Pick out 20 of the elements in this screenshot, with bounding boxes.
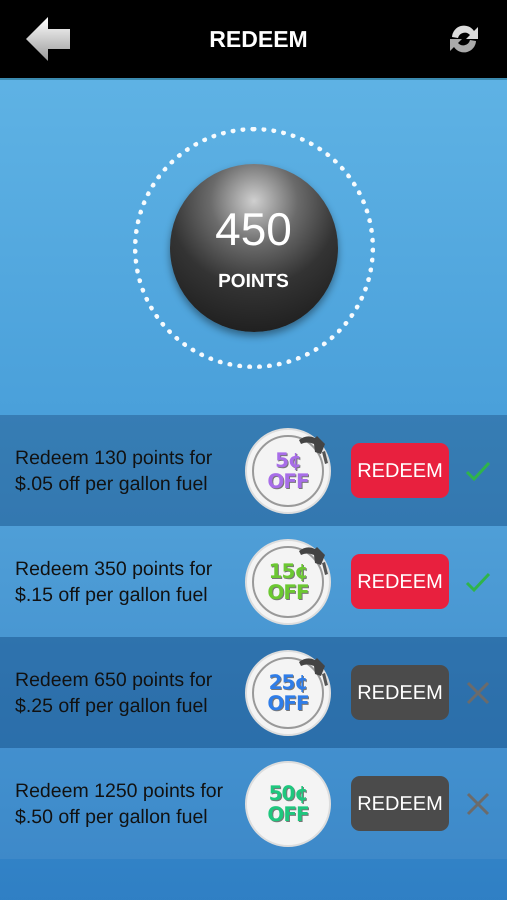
- points-value: 450: [215, 206, 292, 252]
- back-icon[interactable]: [24, 15, 72, 63]
- points-label: POINTS: [218, 270, 289, 294]
- offer-text: Redeem 130 points for $.05 off per gallon fuel: [15, 446, 214, 496]
- redeem-button[interactable]: REDEEM: [351, 554, 449, 609]
- redeem-button[interactable]: REDEEM: [351, 665, 449, 720]
- offer-text: Redeem 350 points for $.15 off per gallon fuel: [15, 556, 214, 608]
- coupon-amount: 50¢: [268, 782, 308, 804]
- redeem-button[interactable]: REDEEM: [351, 443, 449, 498]
- coupon-off: OFF: [267, 804, 309, 824]
- screen-title: REDEEM: [209, 24, 308, 54]
- coupon-amount: 15¢: [268, 560, 308, 582]
- redeem-button[interactable]: REDEEM: [351, 776, 449, 831]
- offer-text: Redeem 1250 points for $.50 off per gallon fuel: [15, 778, 224, 830]
- offer-text: Redeem 650 points for $.25 off per gallon fuel: [15, 668, 214, 718]
- coupon-off: OFF: [267, 582, 309, 602]
- coupon-off: OFF: [267, 470, 309, 492]
- coupon-amount: 25¢: [268, 672, 308, 692]
- coupon-amount: 5¢: [275, 450, 301, 470]
- coupon-off: OFF: [267, 692, 309, 714]
